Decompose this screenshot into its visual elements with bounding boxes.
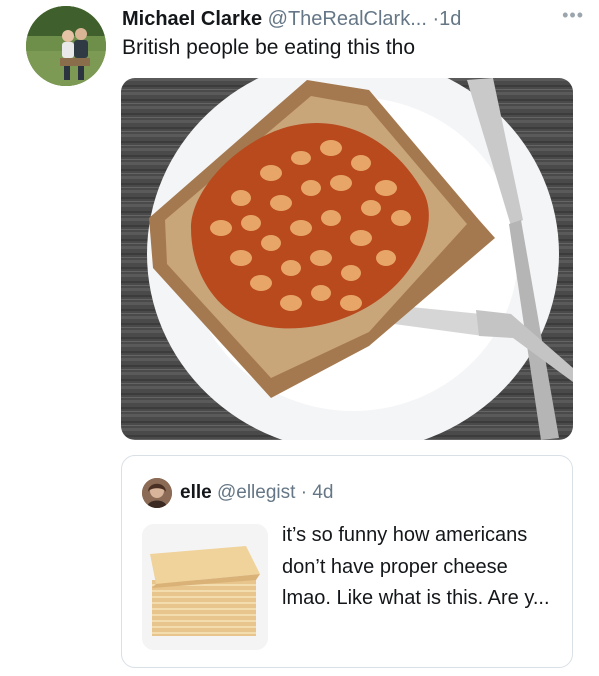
author-avatar[interactable]: [26, 6, 106, 86]
tweet-media-photo[interactable]: [121, 78, 573, 440]
quoted-author-handle[interactable]: @ellegist: [217, 482, 295, 503]
tweet-text: British people be eating this tho: [122, 36, 416, 59]
profile-photo-icon: [26, 6, 106, 86]
profile-photo-icon: [142, 478, 172, 508]
quoted-tweet-text: it’s so funny how americans don’t have p…: [282, 524, 550, 609]
quoted-author-name[interactable]: elle: [180, 482, 212, 503]
quoted-tweet-thumbnail[interactable]: [142, 524, 268, 650]
quoted-author-avatar[interactable]: [142, 478, 172, 508]
quoted-tweet-header: elle @ellegist · 4d: [180, 480, 333, 506]
quoted-tweet-timestamp[interactable]: 4d: [312, 482, 333, 503]
more-dots-icon[interactable]: •••: [562, 2, 584, 28]
tweet-header: Michael Clarke @TheRealClark... ·1d •••: [122, 5, 584, 32]
quoted-tweet-card[interactable]: elle @ellegist · 4d it’s so funny how am…: [121, 455, 573, 668]
author-handle[interactable]: @TheRealClark...: [268, 8, 427, 30]
tweet-timestamp[interactable]: 1d: [439, 8, 461, 30]
beans-on-toast-photo-icon: [121, 78, 573, 440]
author-name[interactable]: Michael Clarke: [122, 8, 262, 30]
separator-dot: ·: [300, 482, 308, 503]
cheese-slices-photo-icon: [142, 524, 268, 650]
